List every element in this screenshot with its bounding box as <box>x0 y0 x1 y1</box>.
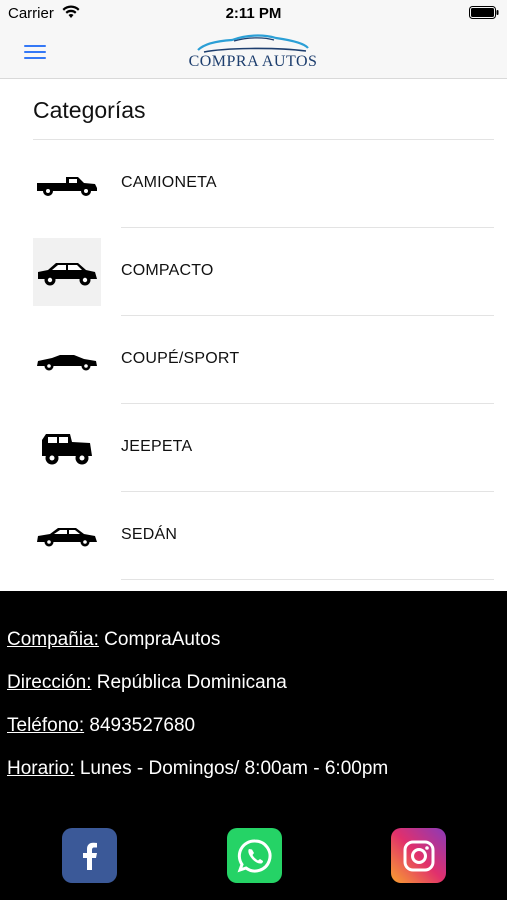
category-item-jeepeta[interactable]: JEEPETA <box>0 404 507 492</box>
category-label: COMPACTO <box>121 262 214 279</box>
facebook-button[interactable] <box>62 828 117 883</box>
category-thumb <box>33 150 101 218</box>
footer: Compañia: CompraAutos Dirección: Repúbli… <box>0 591 507 900</box>
category-list: CAMIONETA COMPACTO COUPÉ/SPORT JEEPETA S… <box>0 140 507 580</box>
category-item-coupe-sport[interactable]: COUPÉ/SPORT <box>0 316 507 404</box>
status-bar: Carrier 2:11 PM <box>0 0 507 28</box>
address-info: Dirección: República Dominicana <box>7 672 287 694</box>
category-thumb <box>33 502 101 570</box>
category-label: COUPÉ/SPORT <box>121 350 240 367</box>
status-time: 2:11 PM <box>225 5 282 22</box>
page-title: Categorías <box>33 97 146 123</box>
category-thumb <box>33 326 101 394</box>
category-item-camioneta[interactable]: CAMIONETA <box>0 140 507 228</box>
hours-key: Horario: <box>7 758 75 779</box>
company-key: Compañia: <box>7 629 99 650</box>
category-item-compacto[interactable]: COMPACTO <box>0 228 507 316</box>
address-value: República Dominicana <box>96 672 287 693</box>
category-label: CAMIONETA <box>121 174 217 191</box>
whatsapp-icon <box>237 838 271 872</box>
sedan-car-icon <box>37 528 97 547</box>
category-label: JEEPETA <box>121 438 193 455</box>
category-item-sedan[interactable]: SEDÁN <box>0 492 507 580</box>
phone-value[interactable]: 8493527680 <box>89 715 195 736</box>
divider <box>121 579 494 580</box>
category-thumb <box>33 414 101 482</box>
coupe-car-icon <box>37 355 97 371</box>
nav-bar: COMPRA AUTOS <box>0 28 507 79</box>
whatsapp-button[interactable] <box>227 828 282 883</box>
phone-key: Teléfono: <box>7 715 85 736</box>
category-label: SEDÁN <box>121 526 178 543</box>
logo-car-icon <box>197 34 309 53</box>
company-value: CompraAutos <box>104 629 221 650</box>
battery-icon <box>469 6 499 19</box>
hours-value: Lunes - Domingos/ 8:00am - 6:00pm <box>79 758 389 779</box>
pickup-truck-icon <box>37 177 97 196</box>
category-thumb <box>33 238 101 306</box>
facebook-icon <box>82 842 97 870</box>
hamburger-menu-icon[interactable] <box>24 45 46 61</box>
instagram-button[interactable] <box>391 828 446 883</box>
instagram-icon <box>403 840 434 871</box>
hours-info: Horario: Lunes - Domingos/ 8:00am - 6:00… <box>7 758 388 780</box>
logo-text: COMPRA AUTOS <box>188 53 318 70</box>
compact-car-icon <box>38 263 97 286</box>
address-key: Dirección: <box>7 672 92 693</box>
phone-info: Teléfono: 8493527680 <box>7 715 195 737</box>
company-info: Compañia: CompraAutos <box>7 629 220 651</box>
jeep-icon <box>42 434 92 465</box>
app-logo: COMPRA AUTOS <box>188 32 318 76</box>
